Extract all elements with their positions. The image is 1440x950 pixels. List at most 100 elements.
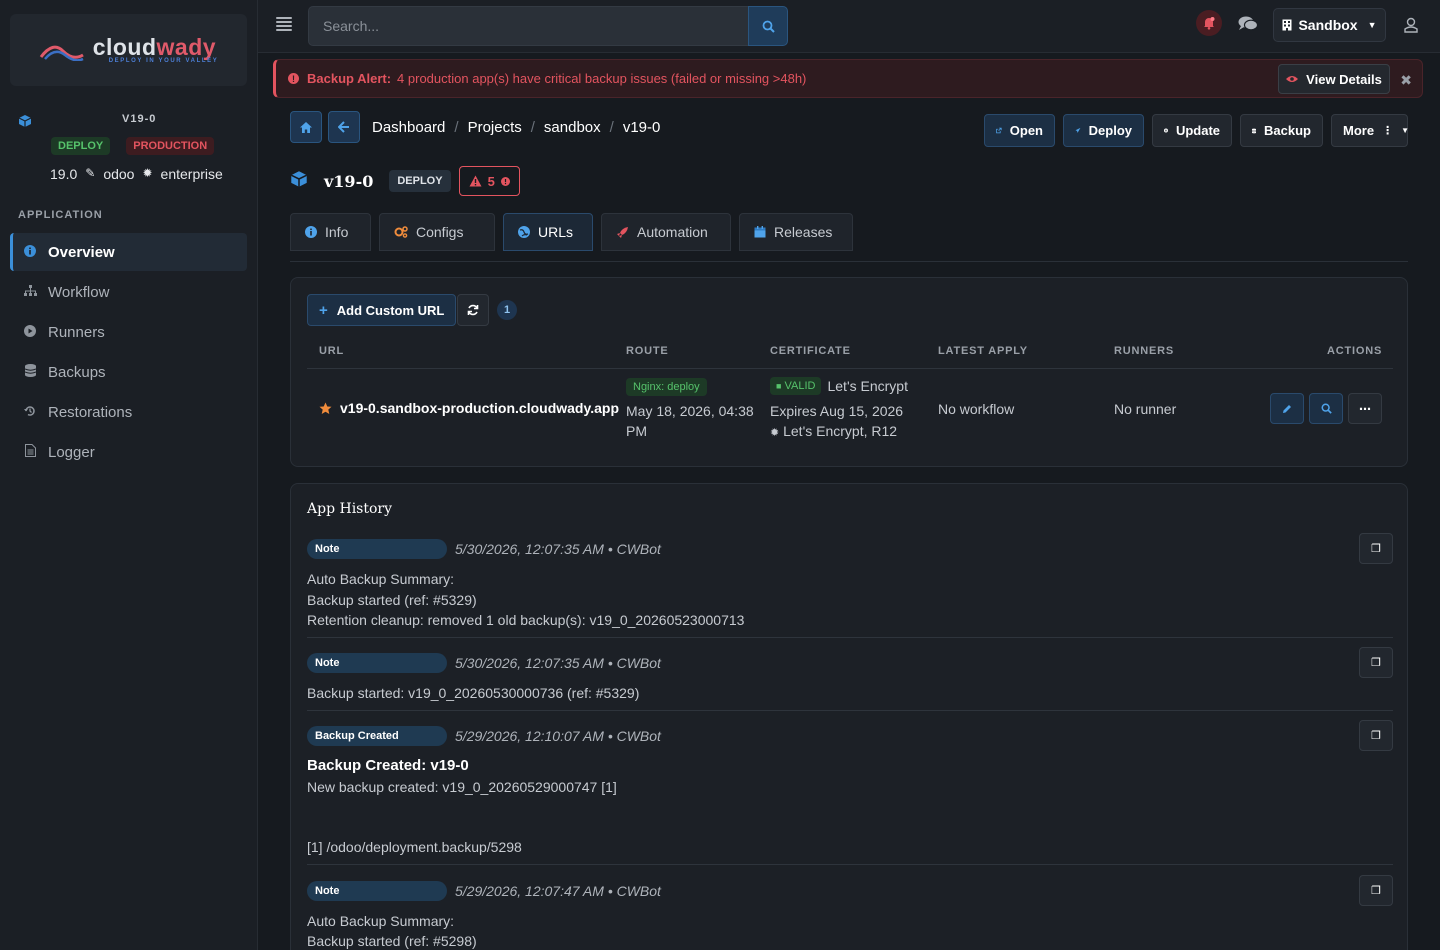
- home-icon: [300, 121, 312, 133]
- breadcrumb-sandbox[interactable]: sandbox: [544, 119, 601, 136]
- environment-selector[interactable]: Sandbox ▼: [1273, 8, 1386, 42]
- column-header-url: URL: [319, 345, 345, 357]
- open-label: Open: [1009, 123, 1043, 138]
- edit-url-button[interactable]: [1270, 393, 1304, 424]
- url-more-button[interactable]: ⋯: [1348, 393, 1382, 424]
- search-icon: [1321, 403, 1332, 414]
- sidebar-item-backups[interactable]: Backups: [10, 353, 247, 391]
- tab-releases[interactable]: Releases: [739, 213, 853, 251]
- app-version: 19.0: [50, 166, 78, 182]
- history-title: App History: [307, 501, 393, 517]
- refresh-button[interactable]: [457, 294, 489, 326]
- tab-label: URLs: [538, 224, 574, 240]
- history-line: Retention cleanup: removed 1 old backup(…: [307, 612, 745, 628]
- update-button[interactable]: Update: [1152, 114, 1232, 147]
- sidebar-item-label: Logger: [48, 443, 95, 461]
- tab-configs[interactable]: Configs: [379, 213, 495, 251]
- breadcrumb-dashboard[interactable]: Dashboard: [372, 119, 445, 136]
- upload-circle-icon: [1164, 128, 1168, 133]
- certificate-status: VALID: [784, 380, 816, 392]
- history-divider: [307, 864, 1393, 865]
- close-icon[interactable]: ✖: [1400, 72, 1412, 89]
- page-title: v19-0: [324, 171, 374, 191]
- copy-button[interactable]: ❐: [1359, 875, 1393, 906]
- copy-button[interactable]: ❐: [1359, 533, 1393, 564]
- external-link-icon: [996, 127, 1002, 134]
- copy-icon: ❐: [1371, 730, 1381, 742]
- alert-message: 4 production app(s) have critical backup…: [397, 71, 807, 86]
- sidebar-nav: Overview Workflow Runners Backups Restor…: [10, 233, 247, 473]
- tab-info[interactable]: Info: [290, 213, 371, 251]
- tab-label: Info: [325, 224, 349, 240]
- alerts-badge[interactable]: 5: [458, 166, 520, 196]
- menu-toggle-icon[interactable]: [276, 17, 292, 31]
- open-button[interactable]: Open: [984, 114, 1055, 147]
- sidebar-item-label: Overview: [48, 243, 115, 261]
- column-header-certificate: CERTIFICATE: [770, 345, 851, 357]
- info-icon: [305, 226, 317, 238]
- view-details-button[interactable]: View Details: [1278, 64, 1390, 94]
- tab-label: Configs: [416, 224, 464, 240]
- certificate-cell: ■ VALID Let's Encrypt: [770, 377, 908, 395]
- history-divider: [307, 710, 1393, 711]
- tab-urls[interactable]: URLs: [503, 213, 593, 251]
- table-header-divider: [307, 368, 1393, 369]
- route-badge: Nginx: deploy: [626, 378, 707, 396]
- certificate-ca: ✹ Let's Encrypt, R12: [770, 423, 897, 439]
- history-reference[interactable]: [1] /odoo/deployment.backup/5298: [307, 839, 522, 855]
- sidebar-item-logger[interactable]: Logger: [10, 433, 247, 471]
- search-button[interactable]: [748, 6, 788, 46]
- history-line: New backup created: v19_0_20260529000747…: [307, 779, 617, 795]
- tab-automation[interactable]: Automation: [601, 213, 731, 251]
- backup-button[interactable]: Backup: [1240, 114, 1323, 147]
- sidebar-item-workflow[interactable]: Workflow: [10, 273, 247, 311]
- alerts-count: 5: [487, 173, 495, 189]
- logo-waves-icon: [39, 45, 84, 61]
- sidebar-item-overview[interactable]: Overview: [10, 233, 247, 271]
- more-button[interactable]: More ⋮ ▼: [1331, 114, 1409, 147]
- history-tag: Note: [307, 539, 447, 559]
- latest-apply-cell: No workflow: [938, 401, 1015, 417]
- url-link[interactable]: v19-0.sandbox-production.cloudwady.app: [319, 400, 619, 416]
- alert-title: Backup Alert:: [307, 71, 392, 86]
- home-button[interactable]: [290, 111, 322, 143]
- lock-icon: ■: [776, 381, 782, 391]
- deploy-button[interactable]: Deploy: [1063, 114, 1144, 147]
- sidebar-item-runners[interactable]: Runners: [10, 313, 247, 351]
- back-button[interactable]: [328, 111, 360, 143]
- ellipsis-icon: ⋯: [1359, 401, 1371, 416]
- copy-button[interactable]: ❐: [1359, 647, 1393, 678]
- user-menu-button[interactable]: [1404, 17, 1418, 36]
- copy-button[interactable]: ❐: [1359, 720, 1393, 751]
- backup-alert: ! Backup Alert: 4 production app(s) have…: [273, 59, 1423, 98]
- update-label: Update: [1175, 123, 1220, 138]
- add-custom-url-label: Add Custom URL: [336, 302, 445, 318]
- app-actions: Open Deploy Update Backup More ⋮ ▼: [984, 114, 1409, 147]
- certificate-expiry: Expires Aug 15, 2026: [770, 403, 904, 419]
- copy-icon: ❐: [1371, 657, 1381, 669]
- url-count-badge: 1: [497, 300, 517, 320]
- sidebar-item-label: Restorations: [48, 403, 133, 421]
- route-date-suffix: PM: [626, 423, 647, 439]
- history-icon: [22, 405, 38, 420]
- sidebar-item-label: Workflow: [48, 283, 110, 301]
- sidebar-item-restorations[interactable]: Restorations: [10, 393, 247, 431]
- refresh-icon: [467, 304, 479, 316]
- add-custom-url-button[interactable]: + Add Custom URL: [307, 294, 457, 326]
- history-line: Backup started (ref: #5298): [307, 933, 477, 949]
- brand-logo[interactable]: cloudwady DEPLOY IN YOUR VALLEY: [10, 14, 247, 86]
- app-edition: enterprise: [160, 166, 223, 182]
- notifications-button[interactable]: [1196, 10, 1222, 36]
- view-details-label: View Details: [1306, 71, 1382, 87]
- breadcrumb-projects[interactable]: Projects: [468, 119, 522, 136]
- tabs-divider: [290, 261, 1408, 262]
- history-line: Backup started: v19_0_20260530000736 (re…: [307, 685, 640, 701]
- certificate-status-badge: ■ VALID: [770, 377, 822, 395]
- column-header-route: ROUTE: [626, 345, 669, 357]
- messages-button[interactable]: [1238, 16, 1259, 35]
- search-input[interactable]: [308, 6, 748, 46]
- backup-label: Backup: [1264, 123, 1311, 138]
- inspect-url-button[interactable]: [1309, 393, 1343, 424]
- search-bar: [308, 6, 788, 46]
- history-tag: Backup Created: [307, 726, 447, 746]
